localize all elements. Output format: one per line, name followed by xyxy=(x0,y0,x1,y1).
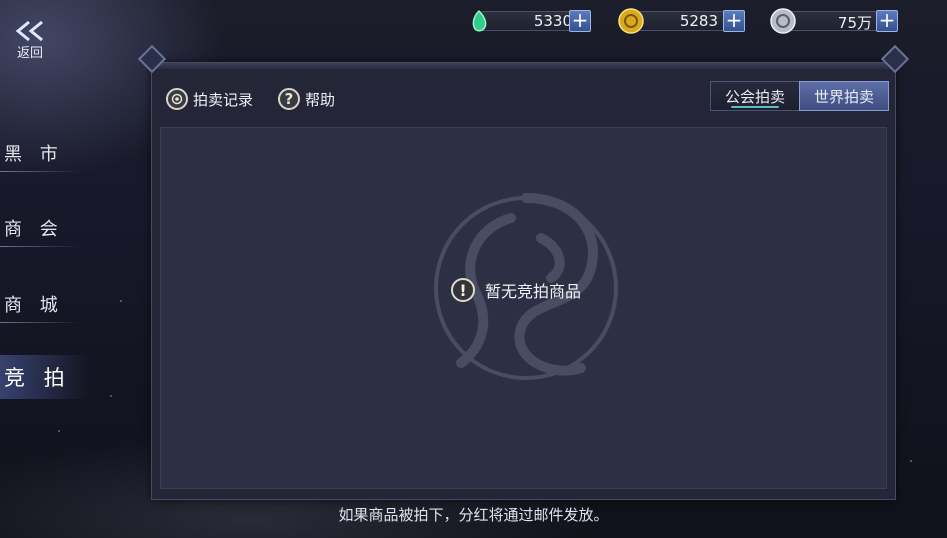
sparkle xyxy=(120,300,122,302)
back-label: 返回 xyxy=(16,46,43,61)
silver-coin-icon xyxy=(770,8,796,34)
jade-amount: 5330 xyxy=(533,12,572,30)
auction-panel: 拍卖记录 ? 帮助 公会拍卖 世界拍卖 ! 暂无竞拍商品 xyxy=(137,44,910,500)
sidebar-item-chamber-of-commerce[interactable]: 商 会 xyxy=(0,207,90,247)
help-label: 帮助 xyxy=(305,90,336,109)
divider xyxy=(0,171,80,172)
tab-guild-auction[interactable]: 公会拍卖 xyxy=(709,81,799,111)
scroll-record-icon xyxy=(166,88,188,110)
panel-frame xyxy=(152,63,895,69)
back-button[interactable]: 返回 xyxy=(8,20,52,66)
exclamation-icon: ! xyxy=(451,278,475,302)
gold-coin-icon xyxy=(618,8,644,34)
add-jade-button[interactable]: + xyxy=(569,10,591,32)
auction-tabs: 公会拍卖 世界拍卖 xyxy=(709,81,889,111)
sidebar-item-black-market[interactable]: 黑 市 xyxy=(0,132,90,172)
sparkle xyxy=(110,395,112,397)
sidebar-item-label: 黑 市 xyxy=(4,144,64,165)
tab-world-auction[interactable]: 世界拍卖 xyxy=(798,81,889,111)
panel-toolbar: 拍卖记录 ? 帮助 公会拍卖 世界拍卖 xyxy=(152,71,895,125)
sidebar-item-auction[interactable]: 竞 拍 xyxy=(0,355,90,399)
silver-amount: 75万 xyxy=(837,14,872,32)
add-gold-button[interactable]: + xyxy=(723,10,745,32)
add-silver-button[interactable]: + xyxy=(876,10,898,32)
auction-record-label: 拍卖记录 xyxy=(193,90,254,109)
empty-state-text: 暂无竞拍商品 xyxy=(485,282,582,301)
currency-gold: 5283 + xyxy=(618,8,746,34)
sidebar-item-label: 商 会 xyxy=(4,219,64,240)
gold-amount: 5283 xyxy=(679,12,718,30)
question-mark-icon: ? xyxy=(278,88,300,110)
auction-list-area: ! 暂无竞拍商品 xyxy=(160,127,887,489)
sparkle xyxy=(910,460,912,462)
currency-silver: 75万 + xyxy=(770,8,900,34)
sidebar-item-mall[interactable]: 商 城 xyxy=(0,283,90,323)
sparkle xyxy=(58,430,60,432)
divider xyxy=(0,322,80,323)
green-jade-icon xyxy=(466,8,492,34)
help-button[interactable]: ? 帮助 xyxy=(278,87,335,111)
auction-record-button[interactable]: 拍卖记录 xyxy=(166,87,253,111)
dividend-notice: 如果商品被拍下，分红将通过邮件发放。 xyxy=(338,506,609,524)
sidebar-item-label: 竞 拍 xyxy=(4,366,71,390)
currency-jade: 5330 + xyxy=(466,8,592,34)
empty-state: ! 暂无竞拍商品 xyxy=(451,278,581,302)
sidebar-item-label: 商 城 xyxy=(4,295,64,316)
double-chevron-left-icon xyxy=(15,20,43,42)
divider xyxy=(0,246,80,247)
